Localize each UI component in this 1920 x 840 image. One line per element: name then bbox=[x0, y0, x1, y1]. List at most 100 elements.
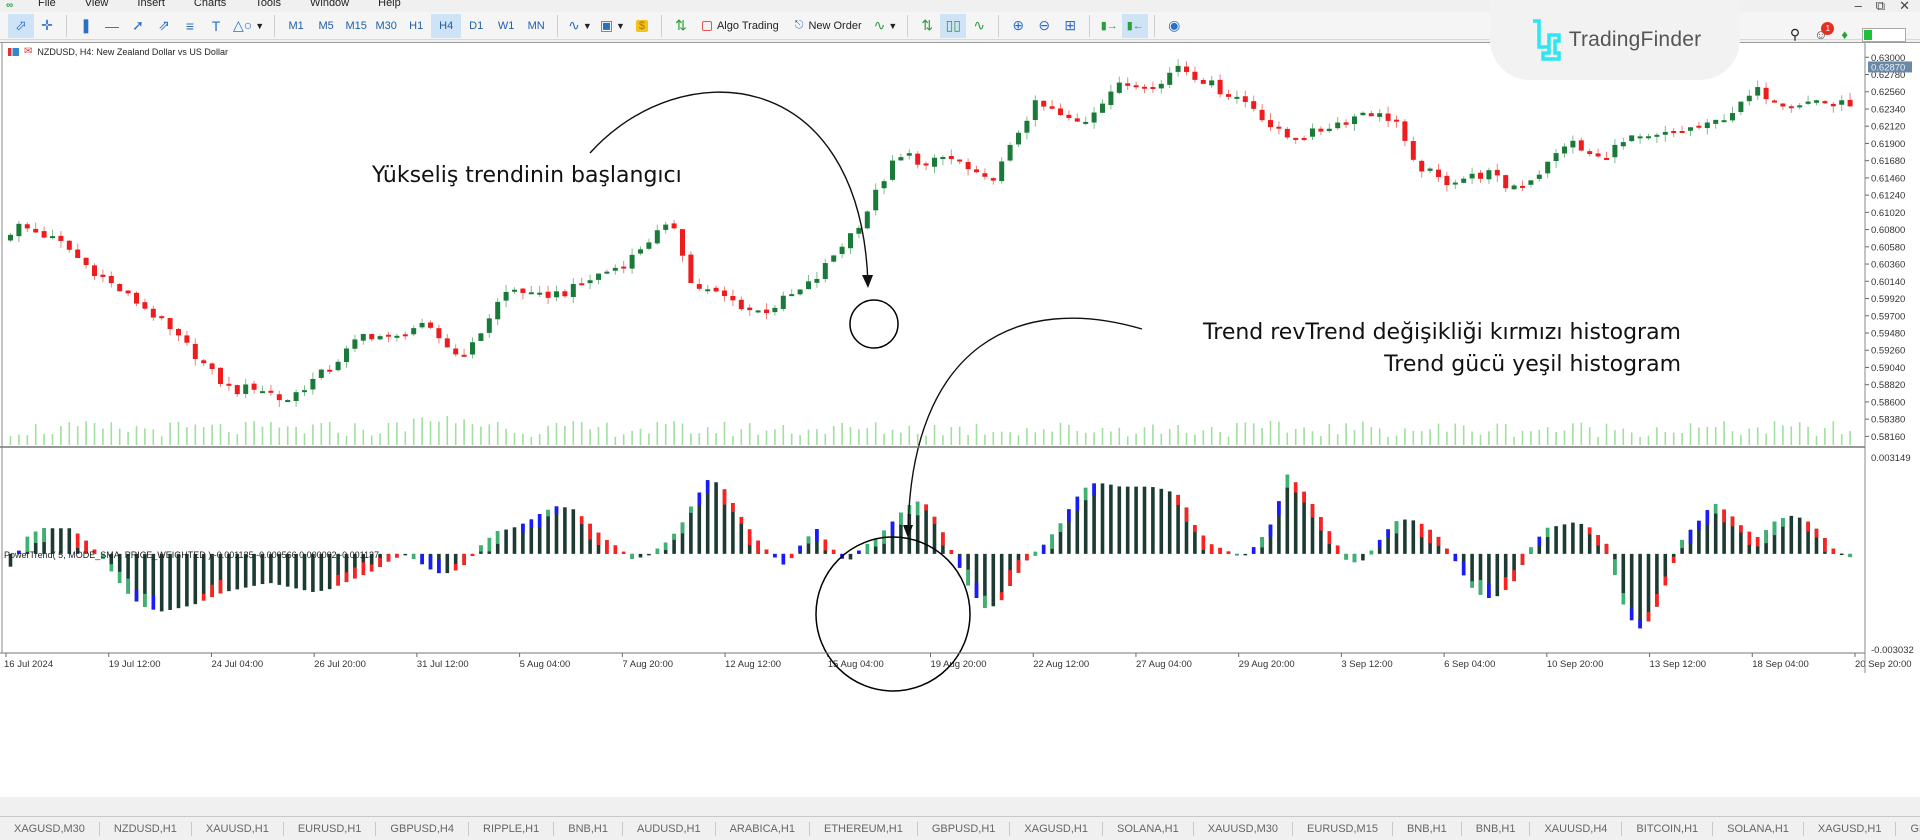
toolbar-separator bbox=[557, 14, 559, 37]
symbol-tab[interactable]: GBPUSD,H1 bbox=[918, 821, 1011, 836]
symbol-tab[interactable]: EURUSD,H1 bbox=[284, 821, 377, 836]
minimize-icon[interactable]: – bbox=[1855, 0, 1862, 11]
vertical-line-button[interactable]: ❚ bbox=[73, 14, 99, 38]
histogram-reversal-tip bbox=[453, 563, 458, 571]
histogram-blue-tip bbox=[705, 480, 710, 494]
timeframe-h4[interactable]: H4 bbox=[431, 13, 462, 38]
symbol-tab[interactable]: GBPUSD,H bbox=[1896, 822, 1920, 836]
symbol-tab[interactable]: AUDUSD,H1 bbox=[623, 821, 716, 836]
text-tool-button[interactable]: T bbox=[203, 14, 229, 38]
zoom-out-button[interactable]: ⊖ bbox=[1031, 14, 1057, 38]
symbol-tab[interactable]: XAGUSD,M30 bbox=[0, 821, 100, 836]
one-click-trading-button[interactable]: ⇅ bbox=[668, 14, 694, 38]
toolbar-separator bbox=[660, 14, 662, 37]
channel-button[interactable]: ⇗ bbox=[151, 14, 177, 38]
horizontal-line-button[interactable]: — bbox=[99, 14, 125, 38]
timeframe-m5[interactable]: M5 bbox=[311, 14, 341, 38]
candle-bull bbox=[1688, 127, 1693, 131]
histogram-blue-tip bbox=[1461, 561, 1466, 576]
chart-type-button[interactable]: ∿ ▼ bbox=[564, 14, 596, 38]
candle-bull bbox=[352, 339, 358, 349]
fibonacci-button[interactable]: ≡ bbox=[177, 14, 203, 38]
symbol-tab[interactable]: XAUUSD,H4 bbox=[1530, 821, 1623, 836]
candle-bear bbox=[369, 334, 375, 340]
auto-scroll-button[interactable]: ▮→ bbox=[1096, 14, 1122, 38]
timeframe-m30[interactable]: M30 bbox=[371, 14, 401, 38]
candle-bull bbox=[335, 361, 341, 371]
timeframe-h1[interactable]: H1 bbox=[401, 14, 431, 38]
candle-bear bbox=[1284, 128, 1290, 138]
chart-window[interactable]: ✉ NZDUSD, H4: New Zealand Dollar vs US D… bbox=[0, 42, 1920, 797]
menu-file[interactable]: File bbox=[26, 0, 73, 9]
symbol-tab[interactable]: BITCOIN,H1 bbox=[1622, 821, 1714, 836]
timeframe-m1[interactable]: M1 bbox=[281, 14, 311, 38]
price-tick-label: 0.62560 bbox=[1871, 87, 1905, 98]
zoom-in-button[interactable]: ⊕ bbox=[1005, 14, 1031, 38]
histogram-bar bbox=[571, 509, 576, 554]
candle-bear bbox=[142, 302, 148, 309]
symbol-tab[interactable]: SOLANA,H1 bbox=[1713, 821, 1804, 836]
chart-canvas[interactable]: 0.630000.627800.625600.623400.621200.619… bbox=[0, 43, 1920, 798]
histogram-reversal-tip bbox=[353, 567, 357, 579]
symbol-tab[interactable]: XAUUSD,M30 bbox=[1194, 821, 1294, 836]
bar-chart-button[interactable]: ⇅ bbox=[914, 14, 940, 38]
menu-tools[interactable]: Tools bbox=[243, 0, 298, 9]
candle-bull bbox=[906, 153, 912, 156]
new-order-button[interactable]: ⎋ New Order bbox=[787, 14, 870, 38]
timeframe-d1[interactable]: D1 bbox=[461, 14, 491, 38]
symbol-tab[interactable]: BNB,H1 bbox=[554, 821, 623, 836]
cursor-tool-button[interactable]: ⬀ bbox=[8, 13, 34, 38]
candle-bear bbox=[1436, 169, 1441, 178]
price-tick-label: 0.60800 bbox=[1871, 225, 1905, 236]
template-button[interactable]: ▣ ▼ bbox=[596, 14, 629, 38]
menu-charts[interactable]: Charts bbox=[182, 0, 243, 9]
candle-bear bbox=[1478, 172, 1483, 179]
symbol-tab[interactable]: NZDUSD,H1 bbox=[100, 821, 192, 836]
symbol-tab[interactable]: RIPPLE,H1 bbox=[469, 821, 555, 836]
symbol-tab[interactable]: BNB,H1 bbox=[1462, 821, 1531, 836]
candle-bear bbox=[209, 363, 215, 370]
histogram-blue-tip bbox=[1277, 501, 1281, 516]
shapes-button[interactable]: △○ ▼ bbox=[229, 14, 268, 38]
menu-insert[interactable]: Insert bbox=[125, 0, 182, 9]
candle-bear bbox=[688, 254, 694, 284]
candlestick-button[interactable]: ▯▯ bbox=[940, 13, 967, 38]
indicators-button[interactable]: ∿ ▼ bbox=[870, 14, 902, 38]
menu-view[interactable]: View bbox=[73, 0, 126, 9]
restore-icon[interactable]: ⧉ bbox=[1876, 0, 1885, 11]
notifications-button[interactable]: ☺ 1 bbox=[1814, 22, 1835, 42]
symbol-tab[interactable]: XAGUSD,H1 bbox=[1804, 821, 1897, 836]
symbol-tab[interactable]: SOLANA,H1 bbox=[1103, 821, 1194, 836]
line-chart-button[interactable]: ∿ bbox=[966, 14, 992, 38]
menu-window[interactable]: Window bbox=[298, 0, 366, 9]
algo-trading-button[interactable]: Algo Trading bbox=[694, 14, 787, 38]
chart-shift-button[interactable]: ▮← bbox=[1122, 13, 1149, 38]
symbol-tab[interactable]: EURUSD,M15 bbox=[1293, 821, 1393, 836]
menu-help[interactable]: Help bbox=[366, 0, 418, 9]
symbol-tab[interactable]: BNB,H1 bbox=[1393, 821, 1462, 836]
timeframe-w1[interactable]: W1 bbox=[491, 14, 521, 38]
symbol-tab[interactable]: ARABICA,H1 bbox=[716, 821, 810, 836]
candle-bear bbox=[671, 223, 677, 229]
horizontal-line-icon: — bbox=[105, 17, 119, 34]
symbol-tab[interactable]: ETHEREUM,H1 bbox=[810, 821, 918, 836]
histogram-reversal-tip bbox=[462, 553, 466, 566]
timeframe-mn[interactable]: MN bbox=[521, 14, 551, 38]
candle-bull bbox=[890, 160, 895, 180]
screenshot-button[interactable]: ◉ bbox=[1161, 14, 1187, 38]
crosshair-tool-button[interactable]: ✛ bbox=[34, 14, 60, 38]
candle-bull bbox=[596, 273, 601, 280]
candle-bear bbox=[444, 338, 450, 348]
close-icon[interactable]: ✕ bbox=[1899, 0, 1910, 11]
tile-windows-button[interactable]: ⊞ bbox=[1057, 14, 1083, 38]
market-button[interactable]: $ bbox=[629, 14, 655, 38]
symbol-tab[interactable]: GBPUSD,H4 bbox=[376, 821, 469, 836]
symbol-tab[interactable]: XAUUSD,H1 bbox=[192, 821, 284, 836]
candle-bull bbox=[478, 333, 484, 341]
search-icon[interactable]: ⚲ bbox=[1790, 26, 1800, 43]
timeframe-m15[interactable]: M15 bbox=[341, 14, 371, 38]
candle-bull bbox=[1486, 170, 1492, 180]
trendline-button[interactable]: ➚ bbox=[125, 14, 151, 38]
time-tick-label: 3 Sep 12:00 bbox=[1341, 659, 1392, 670]
symbol-tab[interactable]: XAGUSD,H1 bbox=[1010, 821, 1103, 836]
